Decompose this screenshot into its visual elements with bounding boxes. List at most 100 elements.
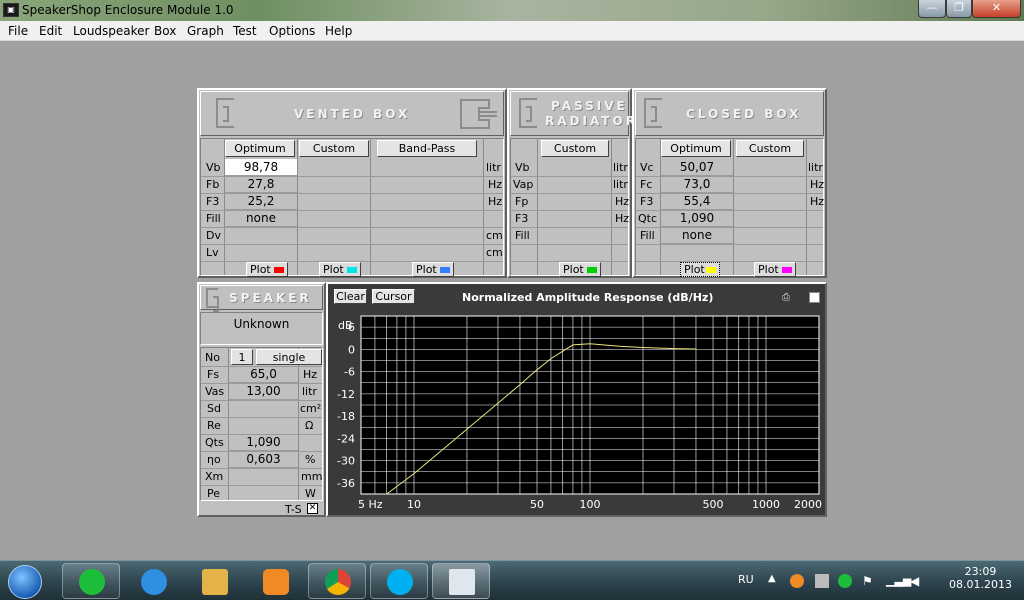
- vented-bandpass-plot-button[interactable]: Plot: [412, 262, 454, 277]
- menu-options[interactable]: Options: [269, 24, 315, 38]
- language-indicator[interactable]: RU: [738, 573, 754, 586]
- xm-unit: mm: [301, 470, 323, 483]
- sd-unit: cm²: [300, 402, 322, 415]
- passive-plot-button[interactable]: Plot: [559, 262, 601, 277]
- passive-custom-tab[interactable]: Custom: [541, 140, 609, 157]
- speaker-header: SPEAKER: [200, 285, 323, 312]
- f3-optimum-value[interactable]: 25,2: [225, 193, 297, 210]
- taskbar: RU ▲ ⚑ ▁▃▅ ◀ 23:09 08.01.2013: [0, 560, 1024, 600]
- taskbar-speakershop[interactable]: [432, 563, 490, 599]
- dv-label: Dv: [206, 229, 221, 242]
- clock-date: 08.01.2013: [949, 578, 1012, 591]
- fs-value[interactable]: 65,0: [229, 366, 298, 383]
- vc-label: Vc: [640, 161, 654, 174]
- vented-box-title: VENTED BOX: [294, 107, 411, 121]
- taskbar-file-explorer[interactable]: [185, 563, 243, 599]
- minimize-button[interactable]: —: [918, 0, 946, 18]
- vented-bandpass-tab[interactable]: Band-Pass: [377, 140, 477, 157]
- tray-app-icon[interactable]: [790, 574, 804, 588]
- tray-network-icon[interactable]: ▁▃▅: [886, 574, 911, 588]
- pe-unit: W: [305, 487, 316, 500]
- blue-swatch: [440, 267, 450, 273]
- xm-label: Xm: [205, 470, 224, 483]
- vented-custom-tab[interactable]: Custom: [299, 140, 369, 157]
- file-explorer-icon: [202, 569, 228, 595]
- tray-flag-icon[interactable]: ⚑: [862, 574, 876, 588]
- vented-box-header: VENTED BOX: [200, 91, 504, 136]
- graph-panel: Clear Cursor Normalized Amplitude Respon…: [326, 282, 827, 517]
- closed-custom-plot-button[interactable]: Plot: [754, 262, 796, 277]
- speaker-mode-button[interactable]: single: [256, 349, 322, 365]
- menu-file[interactable]: File: [8, 24, 28, 38]
- taskbar-mailru-agent[interactable]: [62, 563, 120, 599]
- pr-fp-unit: Hz: [615, 195, 630, 208]
- maximize-button[interactable]: ❐: [946, 0, 972, 18]
- pr-f3-label: F3: [515, 212, 529, 225]
- tray-mailru-icon[interactable]: [838, 574, 852, 588]
- fs-label: Fs: [207, 368, 220, 381]
- cyan-swatch: [347, 267, 357, 273]
- cb-f3-optimum-value[interactable]: 55,4: [661, 193, 733, 210]
- menu-edit[interactable]: Edit: [39, 24, 62, 38]
- closed-optimum-plot-button[interactable]: Plot: [680, 262, 720, 277]
- skype-icon: [387, 569, 413, 595]
- y-tick-label: -36: [337, 477, 355, 490]
- menu-help[interactable]: Help: [325, 24, 352, 38]
- closed-custom-tab[interactable]: Custom: [736, 140, 804, 157]
- cb-fill-label: Fill: [640, 229, 655, 242]
- closed-optimum-tab[interactable]: Optimum: [661, 140, 731, 157]
- re-label: Re: [207, 419, 221, 432]
- passive-radiator-panel: PASSIVE RADIATOR Custom Vb litr Vap litr…: [507, 88, 635, 278]
- cb-fill-optimum-value[interactable]: none: [661, 227, 733, 244]
- vc-optimum-value[interactable]: 50,07: [661, 159, 733, 176]
- vented-box-table: Optimum Custom Band-Pass Vb 98,78 litr F…: [200, 138, 504, 277]
- app-icon: ▣: [3, 3, 19, 17]
- x-tick-label: 500: [703, 498, 724, 511]
- fc-optimum-value[interactable]: 73,0: [661, 176, 733, 193]
- sd-label: Sd: [207, 402, 221, 415]
- mailru-agent-icon: [79, 569, 105, 595]
- ts-checkbox[interactable]: ✕: [307, 503, 318, 514]
- chrome-icon: [325, 569, 351, 595]
- vb-optimum-value[interactable]: 98,78: [225, 159, 297, 176]
- y-tick-label: -24: [337, 432, 355, 445]
- vented-box-port-icon: [460, 99, 497, 129]
- x-tick-label: 50: [530, 498, 544, 511]
- taskbar-chrome[interactable]: [308, 563, 366, 599]
- vented-optimum-tab[interactable]: Optimum: [225, 140, 295, 157]
- red-swatch: [274, 267, 284, 273]
- x-tick-label: 10: [407, 498, 421, 511]
- menu-test[interactable]: Test: [233, 24, 257, 38]
- close-button[interactable]: ✕: [972, 0, 1021, 18]
- vented-custom-plot-button[interactable]: Plot: [319, 262, 361, 277]
- taskbar-skype[interactable]: [370, 563, 428, 599]
- vented-optimum-plot-button[interactable]: Plot: [246, 262, 288, 277]
- cb-f3-label: F3: [640, 195, 654, 208]
- speaker-count[interactable]: 1: [231, 349, 253, 365]
- menu-box[interactable]: Box: [154, 24, 176, 38]
- no-label: No: [205, 351, 220, 364]
- lv-label: Lv: [206, 246, 219, 259]
- pe-label: Pe: [207, 487, 221, 500]
- menu-graph[interactable]: Graph: [187, 24, 224, 38]
- menu-loudspeaker[interactable]: Loudspeaker: [73, 24, 149, 38]
- fb-optimum-value[interactable]: 27,8: [225, 176, 297, 193]
- efficiency-value[interactable]: 0,603: [229, 451, 298, 468]
- vas-value[interactable]: 13,00: [229, 383, 298, 400]
- taskbar-internet-explorer[interactable]: [124, 563, 182, 599]
- tray-volume-icon[interactable]: ◀: [910, 574, 924, 588]
- tray-expand-icon[interactable]: ▲: [768, 573, 776, 584]
- speaker-name[interactable]: Unknown: [201, 317, 322, 331]
- chart-grid: [360, 315, 820, 495]
- taskbar-media-player[interactable]: [246, 563, 304, 599]
- x-tick-label: 5 Hz: [358, 498, 383, 511]
- clock[interactable]: 23:09 08.01.2013: [949, 565, 1012, 591]
- magenta-swatch: [782, 267, 792, 273]
- start-button[interactable]: [4, 563, 48, 599]
- qtc-optimum-value[interactable]: 1,090: [661, 210, 733, 227]
- x-tick-label: 2000: [794, 498, 822, 511]
- tray-device-icon[interactable]: [815, 574, 829, 588]
- qts-value[interactable]: 1,090: [229, 434, 298, 451]
- fill-optimum-value[interactable]: none: [225, 210, 297, 227]
- qtc-label: Qtc: [638, 212, 658, 225]
